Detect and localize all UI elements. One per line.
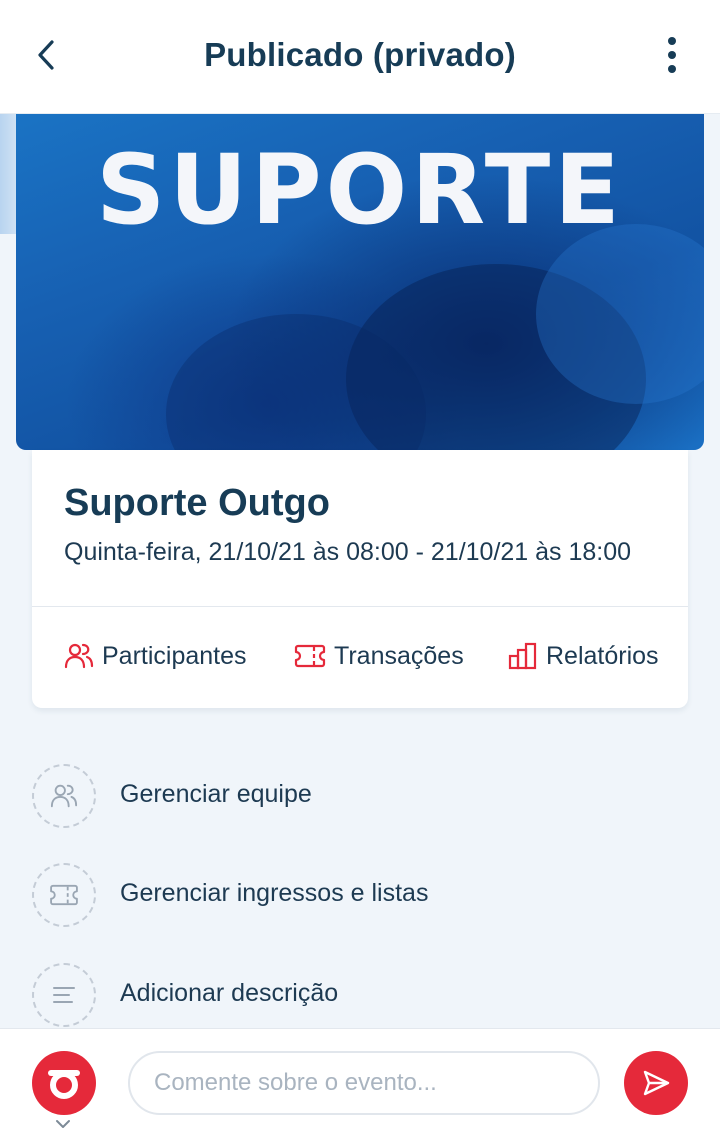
ticket-icon <box>50 884 78 906</box>
more-vertical-icon <box>668 37 676 73</box>
send-button[interactable] <box>624 1051 688 1115</box>
divider <box>32 606 688 607</box>
ticket-icon <box>294 644 326 668</box>
manage-team-label: Gerenciar equipe <box>120 780 312 808</box>
event-date: Quinta-feira, 21/10/21 às 08:00 - 21/10/… <box>64 538 632 566</box>
participants-button[interactable]: Participantes <box>64 638 247 674</box>
add-description-item[interactable]: Adicionar descrição <box>32 963 672 1029</box>
participants-label: Participantes <box>102 641 247 670</box>
manage-tickets-item[interactable]: Gerenciar ingressos e listas <box>32 863 672 929</box>
transactions-label: Transações <box>334 641 464 670</box>
menu-icon-circle <box>32 764 96 828</box>
event-banner-image: SUPORTE <box>16 114 704 450</box>
comment-field-wrapper <box>128 1051 600 1115</box>
comment-bar <box>0 1028 720 1136</box>
event-info-card: Suporte Outgo Quinta-feira, 21/10/21 às … <box>32 450 688 708</box>
banner-logo-text: SUPORTE <box>96 134 624 246</box>
more-options-button[interactable] <box>654 34 690 78</box>
event-name: Suporte Outgo <box>64 482 330 524</box>
menu-icon-circle <box>32 963 96 1027</box>
users-icon <box>64 643 94 669</box>
page-title: Publicado (privado) <box>204 36 516 73</box>
reports-label: Relatórios <box>546 641 659 670</box>
transactions-button[interactable]: Transações <box>294 638 464 674</box>
comment-input[interactable] <box>128 1051 600 1115</box>
reports-button[interactable]: Relatórios <box>508 638 659 674</box>
text-lines-icon <box>53 987 75 1003</box>
app-header: Publicado (privado) <box>0 0 720 114</box>
bar-chart-icon <box>508 642 537 670</box>
outgo-logo-button[interactable] <box>32 1051 96 1115</box>
manage-tickets-label: Gerenciar ingressos e listas <box>120 879 429 907</box>
menu-icon-circle <box>32 863 96 927</box>
outgo-logo-icon <box>48 1070 80 1099</box>
chevron-down-icon[interactable] <box>54 1117 72 1131</box>
add-description-label: Adicionar descrição <box>120 979 339 1007</box>
send-icon <box>643 1070 670 1096</box>
manage-team-item[interactable]: Gerenciar equipe <box>32 764 672 830</box>
users-icon <box>50 784 78 808</box>
